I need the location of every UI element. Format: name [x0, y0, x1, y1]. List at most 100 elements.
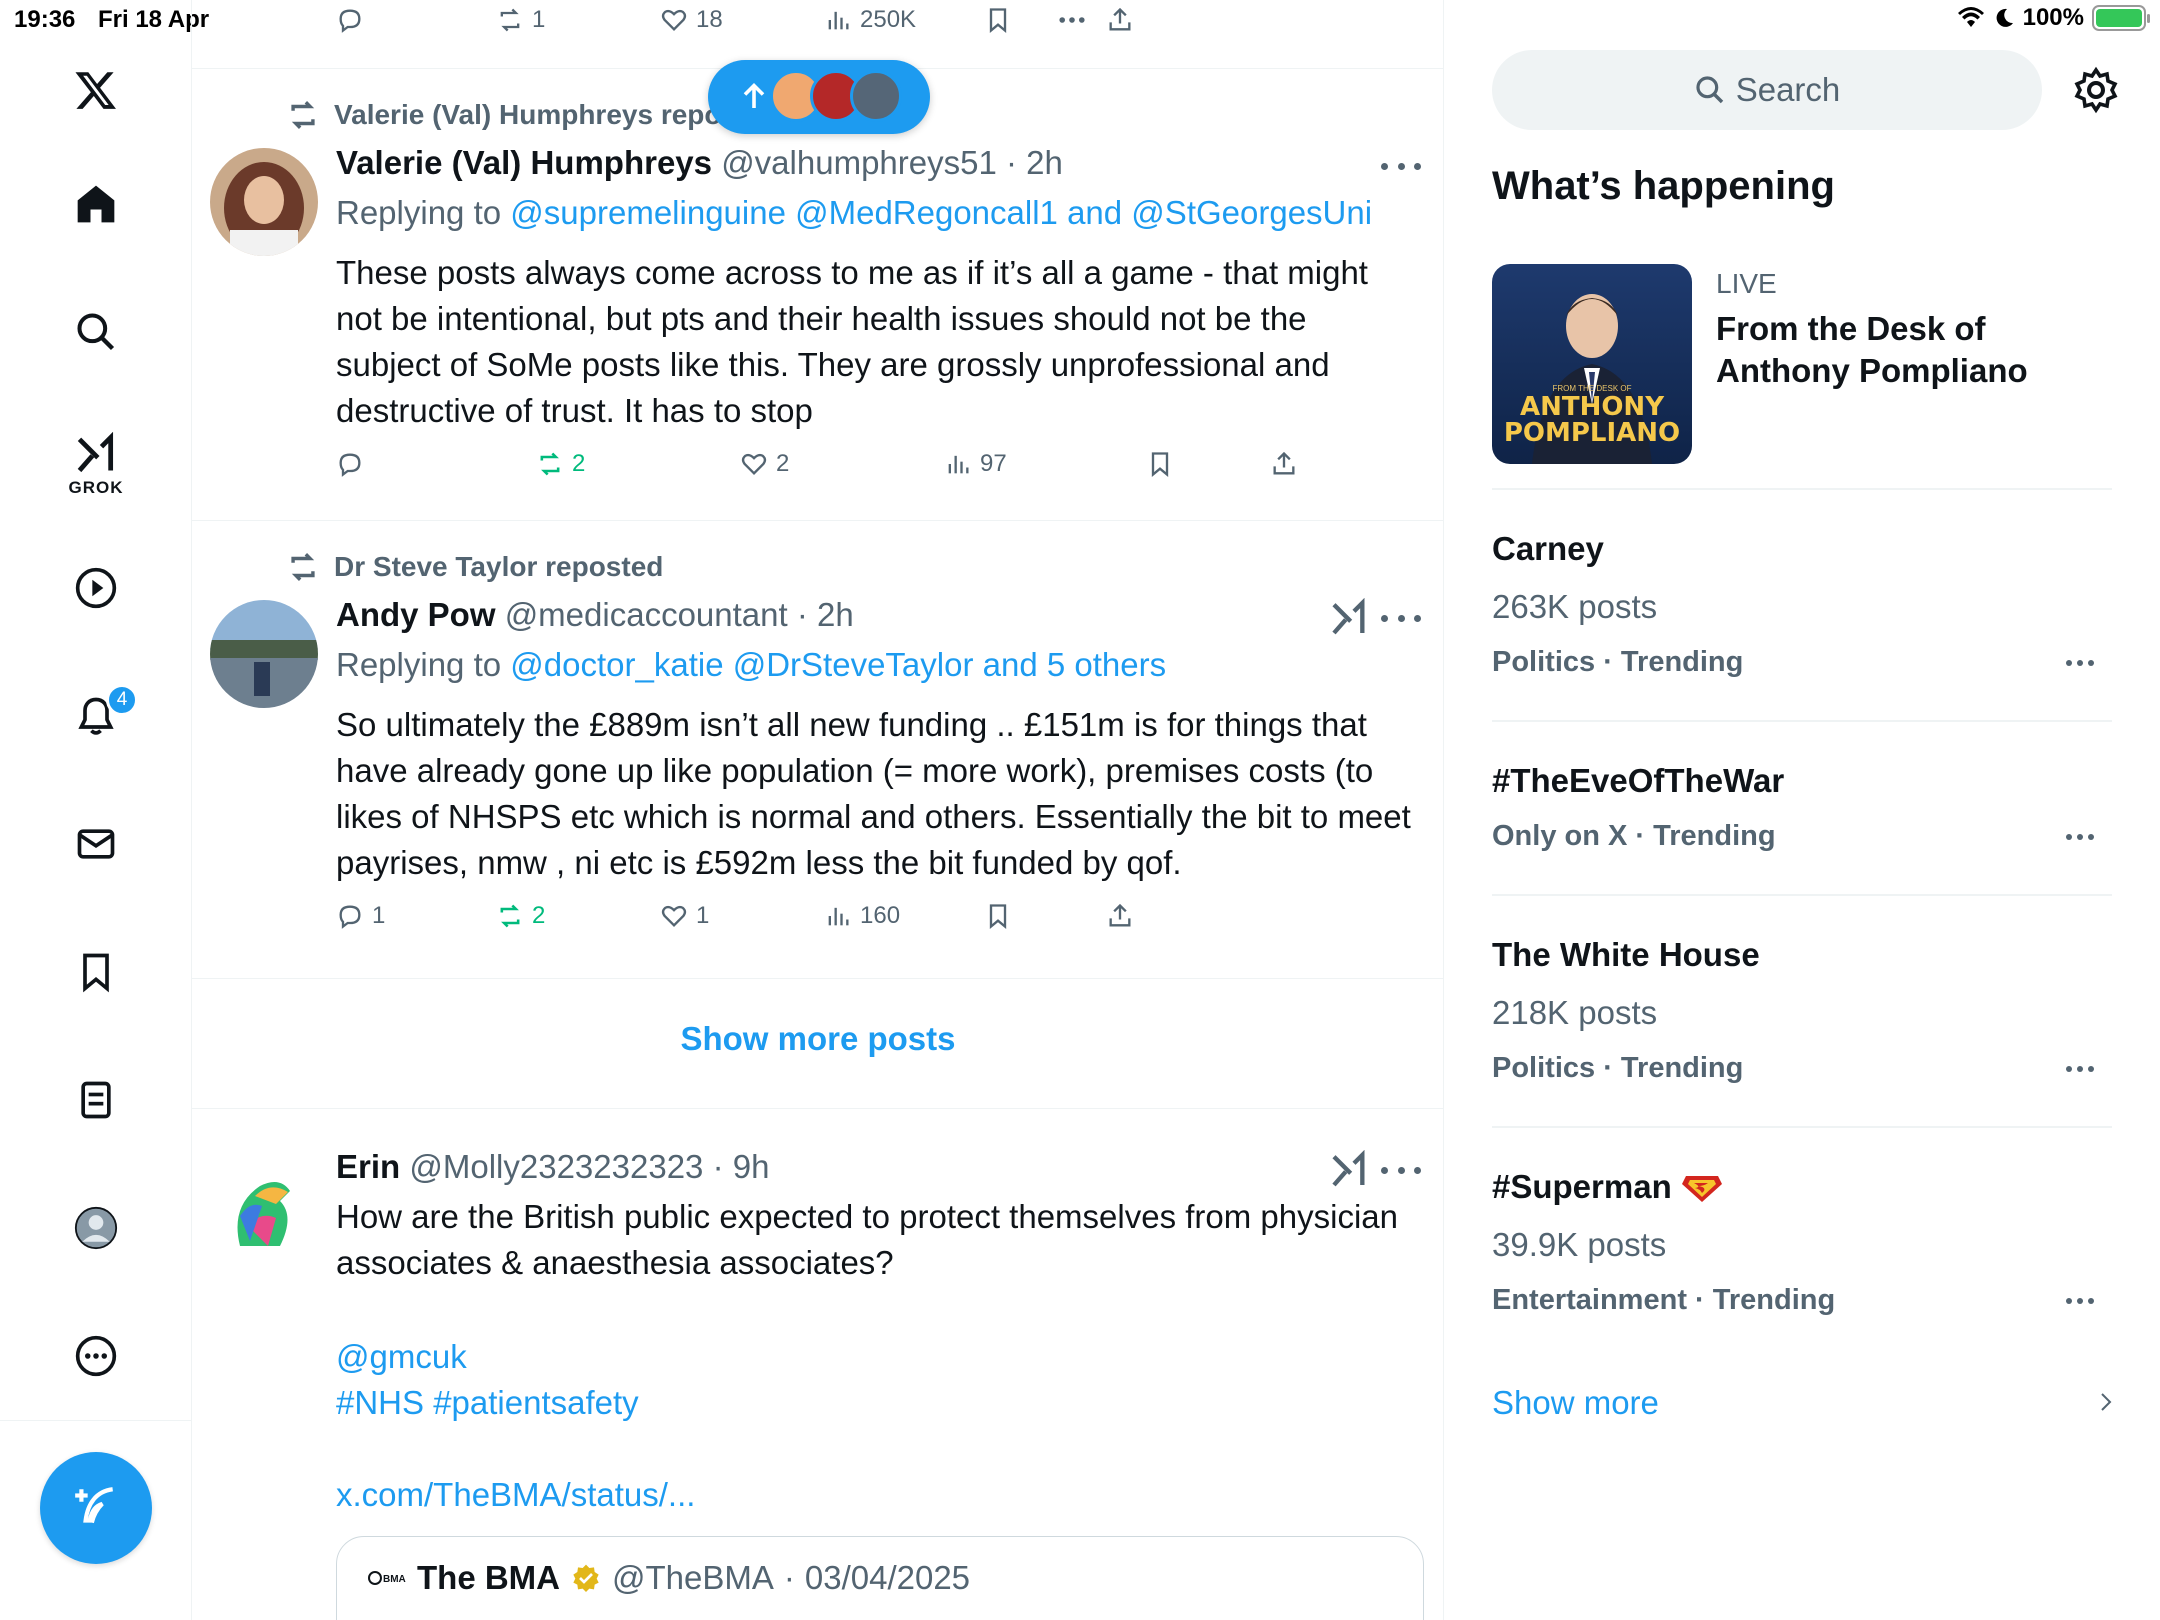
search-icon[interactable] — [64, 300, 128, 364]
like-button[interactable]: 18 — [660, 6, 723, 34]
live-event-title[interactable]: From the Desk of Anthony Pompliano — [1716, 308, 2116, 392]
bookmark-button[interactable] — [984, 6, 1012, 34]
repost-icon — [291, 101, 315, 129]
grok-icon[interactable] — [1329, 598, 1369, 638]
repost-button[interactable]: 1 — [496, 6, 545, 34]
compose-post-button[interactable] — [40, 1452, 152, 1564]
chevron-right-icon[interactable] — [2094, 1388, 2118, 1416]
bookmark-icon — [989, 904, 1007, 929]
lists-icon[interactable] — [64, 1068, 128, 1132]
superman-emblem-icon — [1681, 1176, 1722, 1202]
trend-title-row[interactable]: #Superman — [1492, 1168, 1722, 1206]
profile-avatar-icon[interactable] — [64, 1196, 128, 1260]
like-count: 2 — [776, 450, 790, 477]
settings-gear-icon[interactable] — [2072, 66, 2120, 114]
home-icon[interactable] — [64, 172, 128, 236]
hashtag-links[interactable]: #NHS #patientsafety — [336, 1380, 1416, 1426]
share-button[interactable] — [1106, 6, 1134, 34]
author-name[interactable]: Andy Pow — [336, 596, 496, 633]
post-time[interactable]: 9h — [733, 1148, 770, 1185]
post-more-button[interactable] — [1381, 154, 1421, 178]
new-posts-pill[interactable] — [708, 60, 930, 134]
bookmark-button[interactable] — [1146, 450, 1174, 478]
views-chart-icon — [948, 455, 969, 474]
bookmark-icon — [989, 8, 1007, 33]
show-more-link[interactable]: Show more — [1492, 1384, 1659, 1422]
author-handle[interactable]: @Molly2323232323 — [409, 1148, 703, 1185]
trend-title[interactable]: Carney — [1492, 530, 1604, 568]
arrow-up-icon — [743, 82, 765, 108]
like-button[interactable]: 2 — [740, 450, 789, 478]
grok-label: GROK — [68, 478, 124, 497]
avatar[interactable] — [210, 148, 318, 256]
replying-to-links[interactable]: @supremelinguine @MedRegoncall1 and @StG… — [510, 194, 1372, 231]
divider — [1492, 1126, 2112, 1128]
reply-icon — [339, 9, 361, 33]
video-play-icon[interactable] — [64, 556, 128, 620]
show-more-posts-button[interactable]: Show more posts — [192, 1020, 1443, 1058]
messages-envelope-icon[interactable] — [64, 812, 128, 876]
divider — [1492, 488, 2112, 490]
post-more-button[interactable] — [1381, 606, 1421, 630]
author-handle[interactable]: @valhumphreys51 — [721, 144, 997, 181]
reply-icon — [339, 453, 361, 477]
divider — [192, 1108, 1443, 1109]
views-button[interactable]: 250K — [824, 6, 916, 34]
post-actions-row: 1 18 250K — [192, 6, 1443, 46]
trend-title[interactable]: #TheEveOfTheWar — [1492, 762, 1784, 800]
divider — [1492, 894, 2112, 896]
notifications-badge: 4 — [106, 684, 138, 716]
repost-attribution[interactable]: Valerie (Val) Humphreys reposted — [286, 98, 779, 132]
share-button[interactable] — [1106, 902, 1134, 930]
quoted-post[interactable]: BMA The BMA @TheBMA · 03/04/2025 — [336, 1536, 1424, 1620]
replying-to-links[interactable]: @doctor_katie @DrSteveTaylor and 5 other… — [510, 646, 1166, 683]
post-text: How are the British public expected to p… — [336, 1198, 1398, 1281]
post-header: Andy Pow @medicaccountant · 2h — [336, 596, 854, 633]
mention-link[interactable]: @gmcuk — [336, 1334, 1416, 1380]
live-event-thumbnail[interactable]: FROM THE DESK OF ANTHONY POMPLIANO — [1492, 264, 1692, 464]
grok-icon[interactable] — [64, 422, 128, 486]
heart-icon — [661, 905, 687, 927]
heart-icon — [741, 453, 767, 475]
post-more-button[interactable] — [1381, 1158, 1421, 1182]
post-url-link[interactable]: x.com/TheBMA/status/... — [336, 1472, 1416, 1518]
share-button[interactable] — [1270, 450, 1298, 478]
author-name[interactable]: Erin — [336, 1148, 400, 1185]
post-time[interactable]: 2h — [1026, 144, 1063, 181]
trend-more-button[interactable] — [2066, 1298, 2094, 1306]
views-button[interactable]: 97 — [944, 450, 1007, 478]
nav-divider — [0, 1420, 192, 1421]
trend-title[interactable]: The White House — [1492, 936, 1760, 974]
post-time[interactable]: 2h — [817, 596, 854, 633]
trend-more-button[interactable] — [2066, 660, 2094, 668]
author-name[interactable]: Valerie (Val) Humphreys — [336, 144, 712, 181]
reply-button[interactable] — [336, 6, 364, 34]
author-handle[interactable]: @medicaccountant — [505, 596, 788, 633]
trend-more-button[interactable] — [2066, 1066, 2094, 1074]
reply-button[interactable] — [336, 450, 364, 478]
like-count: 18 — [696, 6, 723, 33]
repost-attribution[interactable]: Dr Steve Taylor reposted — [286, 550, 663, 584]
trend-more-button[interactable] — [2066, 834, 2094, 842]
grok-icon[interactable] — [1329, 1150, 1369, 1190]
post-header: Erin @Molly2323232323 · 9h — [336, 1148, 770, 1185]
bookmark-button[interactable] — [984, 902, 1012, 930]
search-input[interactable]: Search — [1492, 50, 2042, 130]
like-button[interactable]: 1 — [660, 902, 709, 930]
repost-button[interactable]: 2 — [496, 902, 545, 930]
reply-count: 1 — [372, 902, 386, 929]
x-logo-icon[interactable] — [64, 58, 128, 122]
more-dots-icon[interactable] — [1058, 6, 1086, 34]
reply-button[interactable]: 1 — [336, 902, 385, 930]
heart-icon — [661, 9, 687, 31]
divider — [1492, 720, 2112, 722]
repost-button[interactable]: 2 — [536, 450, 585, 478]
views-button[interactable]: 160 — [824, 902, 900, 930]
avatar[interactable] — [210, 1156, 318, 1264]
more-options-icon[interactable] — [64, 1324, 128, 1388]
avatar[interactable] — [210, 600, 318, 708]
divider — [192, 978, 1443, 979]
views-count: 160 — [860, 902, 901, 929]
bookmarks-icon[interactable] — [64, 940, 128, 1004]
share-icon — [1109, 903, 1131, 927]
